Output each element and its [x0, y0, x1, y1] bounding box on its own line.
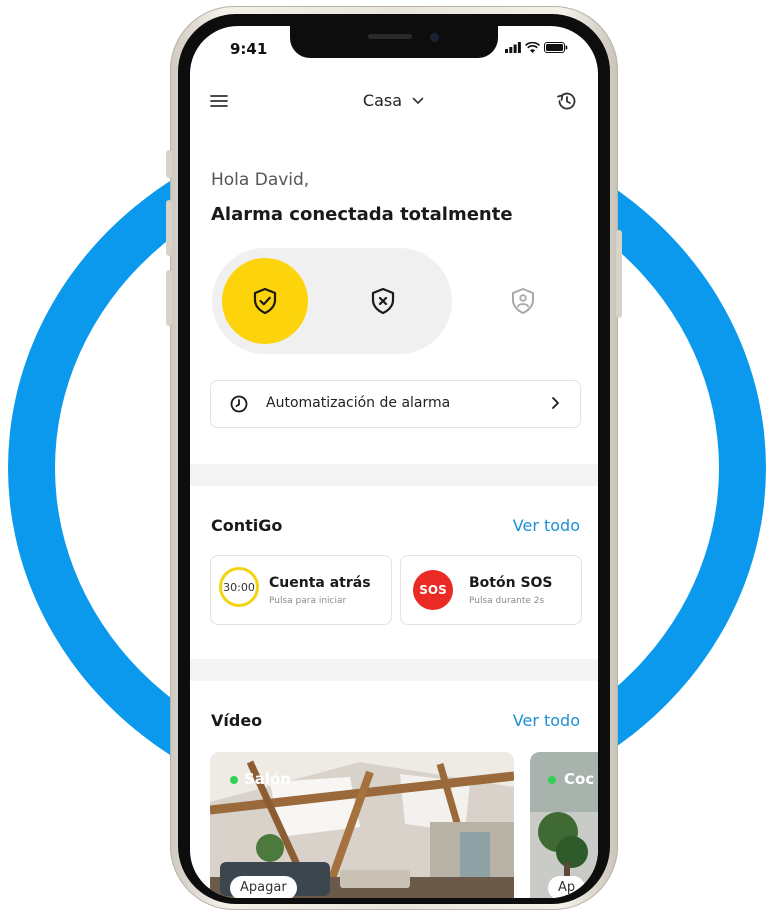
alarm-automation-label: Automatización de alarma [266, 395, 451, 411]
sos-badge: SOS [413, 570, 453, 610]
phone-side-button [616, 230, 622, 318]
clock-icon [230, 395, 248, 413]
alarm-automation-button[interactable]: Automatización de alarma [210, 380, 581, 428]
alarm-status: Alarma conectada totalmente [211, 204, 513, 225]
front-camera [430, 33, 439, 42]
phone-side-button [166, 200, 172, 256]
history-button[interactable] [554, 88, 580, 114]
online-indicator [230, 776, 238, 784]
signal-icon [505, 42, 521, 53]
camera-off-button[interactable]: Ap [548, 876, 586, 898]
camera-name: Salón [244, 770, 292, 788]
section-divider [190, 659, 598, 681]
sos-card[interactable]: SOS Botón SOS Pulsa durante 2s [400, 555, 582, 625]
online-indicator [548, 776, 556, 784]
video-see-all-link[interactable]: Ver todo [513, 711, 580, 730]
camera-off-button[interactable]: Apagar [230, 876, 297, 898]
camera-name: Coc [564, 770, 595, 788]
section-divider [190, 464, 598, 486]
chevron-down-icon [412, 97, 424, 104]
video-title: Vídeo [211, 711, 263, 730]
mode-disarmed-button[interactable] [340, 258, 426, 344]
app-screen: 9:41 Casa Hola David, Alarma conectada t… [190, 26, 598, 898]
mode-armed-button[interactable] [222, 258, 308, 344]
location-selector[interactable]: Casa [190, 90, 598, 110]
contigo-see-all-link[interactable]: Ver todo [513, 516, 580, 535]
location-label: Casa [362, 91, 403, 110]
status-time: 9:41 [230, 40, 268, 58]
history-icon [557, 92, 576, 110]
mode-home-button[interactable] [480, 258, 566, 344]
camera-card-cocina[interactable]: Coc Ap [530, 752, 598, 898]
countdown-badge: 30:00 [219, 567, 259, 607]
sos-subtitle: Pulsa durante 2s [469, 596, 545, 606]
countdown-subtitle: Pulsa para iniciar [269, 596, 347, 606]
contigo-title: ContiGo [211, 516, 283, 535]
phone-side-button [166, 270, 172, 326]
shield-check-icon [253, 287, 277, 315]
countdown-title: Cuenta atrás [269, 575, 371, 591]
wifi-icon [525, 42, 540, 53]
greeting: Hola David, [211, 170, 310, 190]
phone-side-button [166, 150, 172, 178]
shield-x-icon [371, 287, 395, 315]
sos-title: Botón SOS [469, 575, 553, 591]
status-icons [505, 42, 568, 53]
phone-notch [290, 26, 498, 58]
speaker-grille [368, 34, 412, 39]
chevron-right-icon [552, 397, 559, 409]
shield-person-icon [512, 288, 534, 314]
camera-card-salon[interactable]: Salón Apagar [210, 752, 514, 898]
countdown-card[interactable]: 30:00 Cuenta atrás Pulsa para iniciar [210, 555, 392, 625]
battery-icon [544, 42, 568, 53]
